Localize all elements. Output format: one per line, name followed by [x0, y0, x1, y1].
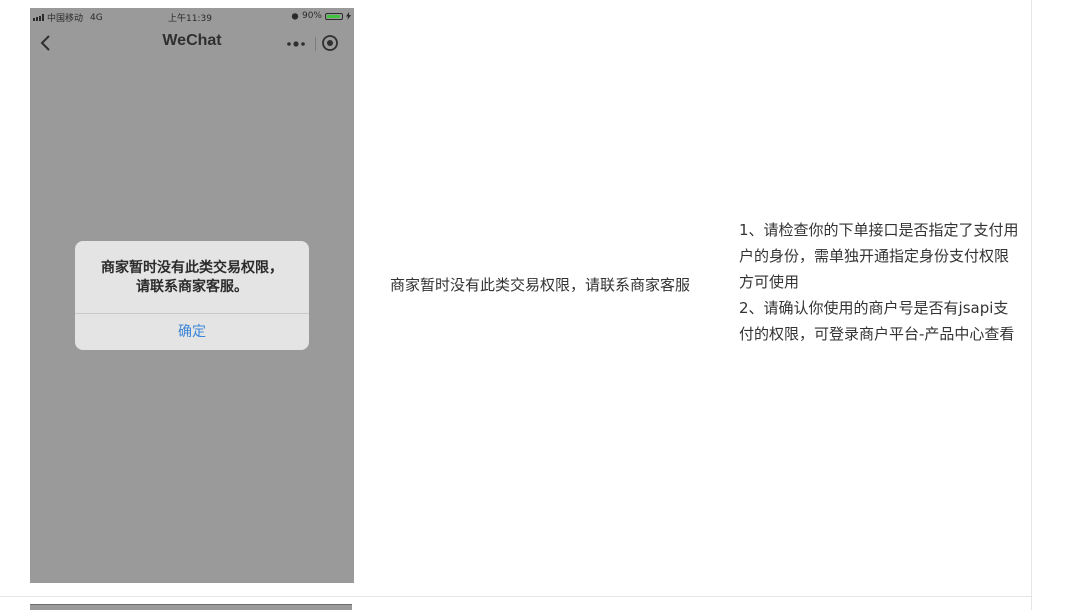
battery-fill	[327, 14, 340, 18]
menu-capsule	[279, 31, 351, 57]
status-left: 中国移动 4G	[33, 11, 103, 24]
next-phone-screenshot	[30, 604, 352, 610]
charging-icon	[346, 12, 351, 20]
solution-line: 1、请检查你的下单接口是否指定了支付用户的身份，需单独开通指定身份支付权限方可使…	[739, 221, 1019, 291]
more-icon[interactable]	[284, 37, 308, 51]
alert-dialog: 商家暂时没有此类交易权限， 请联系商家客服。 确定	[75, 241, 309, 350]
phone-screenshot: 中国移动 4G 上午11:39 90% WeChat 商家暂时没有此类交易权限，…	[30, 8, 354, 583]
close-target-icon[interactable]	[321, 34, 339, 52]
alert-message: 商家暂时没有此类交易权限， 请联系商家客服。	[101, 260, 283, 295]
carrier-label: 中国移动	[47, 14, 84, 24]
page: 中国移动 4G 上午11:39 90% WeChat 商家暂时没有此类交易权限，…	[0, 0, 1077, 610]
table-right-border	[1031, 0, 1032, 610]
alarm-icon	[291, 13, 299, 20]
table-row-divider	[0, 596, 1031, 597]
nav-bar: WeChat	[30, 26, 354, 60]
status-right: 90%	[291, 11, 351, 21]
status-time: 上午11:39	[168, 14, 212, 24]
solution-text: 1、请检查你的下单接口是否指定了支付用户的身份，需单独开通指定身份支付权限方可使…	[739, 217, 1021, 347]
signal-icon	[33, 14, 44, 21]
solution-line: 2、请确认你使用的商户号是否有jsapi支付的权限，可登录商户平台-产品中心查看	[739, 299, 1015, 343]
battery-icon	[325, 12, 343, 20]
status-bar: 中国移动 4G 上午11:39 90%	[30, 8, 354, 26]
battery-percent: 90%	[301, 11, 322, 21]
network-label: 4G	[90, 12, 103, 23]
error-description: 商家暂时没有此类交易权限，请联系商家客服	[390, 276, 691, 294]
alert-confirm-button[interactable]: 确定	[75, 314, 309, 350]
capsule-divider	[315, 37, 316, 51]
